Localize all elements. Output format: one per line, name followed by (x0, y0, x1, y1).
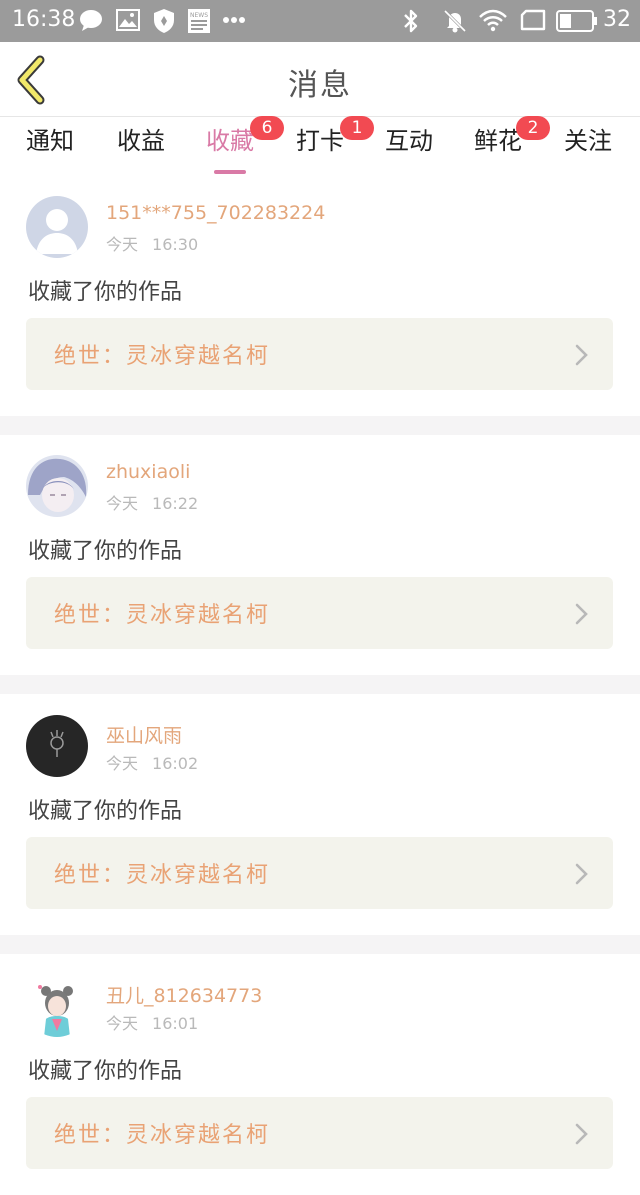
tab-earnings[interactable]: 收益 (117, 126, 165, 166)
action-text: 收藏了你的作品 (28, 799, 183, 824)
message-card: zhuxiaoli 今天 16:22 收藏了你的作品 绝世：灵冰穿越名柯 (0, 435, 640, 675)
tab-notice[interactable]: 通知 (26, 126, 74, 166)
news-icon: NEWS (188, 9, 210, 33)
message-card: 丑儿_812634773 今天 16:01 收藏了你的作品 绝世：灵冰穿越名柯 (0, 955, 640, 1195)
top-header: 消息 (0, 42, 640, 118)
work-title: 绝世：灵冰穿越名柯 (54, 1123, 271, 1148)
bluetooth-icon (404, 9, 418, 33)
work-link[interactable]: 绝世：灵冰穿越名柯 (26, 1097, 613, 1169)
username[interactable]: 丑儿_812634773 (106, 981, 262, 1008)
tab-label: 通知 (26, 127, 74, 155)
tab-badge: 2 (516, 116, 550, 140)
work-title: 绝世：灵冰穿越名柯 (54, 344, 271, 369)
action-text: 收藏了你的作品 (28, 280, 183, 305)
tab-bar: 通知 收益 收藏 6 打卡 1 互动 鲜花 2 关注 (0, 116, 640, 174)
chevron-right-icon (575, 344, 588, 366)
chevron-right-icon (575, 603, 588, 625)
tab-label: 关注 (564, 127, 612, 155)
chevron-right-icon (575, 863, 588, 885)
message-time: 今天 16:22 (106, 494, 199, 513)
work-link[interactable]: 绝世：灵冰穿越名柯 (26, 318, 613, 390)
username[interactable]: 巫山风雨 (106, 721, 182, 748)
shield-icon (154, 9, 174, 33)
message-time: 今天 16:30 (106, 235, 199, 254)
action-text: 收藏了你的作品 (28, 539, 183, 564)
work-title: 绝世：灵冰穿越名柯 (54, 603, 271, 628)
card-separator (0, 935, 640, 954)
avatar[interactable] (26, 455, 88, 517)
mute-icon (443, 9, 467, 33)
status-bar: 16:38 NEWS 32 (0, 0, 640, 42)
message-card: 巫山风雨 今天 16:02 收藏了你的作品 绝世：灵冰穿越名柯 (0, 695, 640, 935)
avatar[interactable] (26, 975, 88, 1037)
message-time: 今天 16:01 (106, 1014, 199, 1033)
tab-label: 鲜花 (474, 127, 522, 155)
tab-checkin[interactable]: 打卡 1 (296, 116, 374, 166)
action-text: 收藏了你的作品 (28, 1059, 183, 1084)
tab-follow[interactable]: 关注 (564, 126, 612, 166)
news-icon-label: NEWS (190, 12, 208, 19)
wifi-icon (479, 9, 507, 32)
image-icon (116, 9, 140, 31)
username[interactable]: zhuxiaoli (106, 461, 190, 483)
active-tab-indicator (214, 170, 246, 174)
avatar[interactable] (26, 196, 88, 258)
username[interactable]: 151***755_702283224 (106, 202, 325, 224)
tab-label: 收益 (117, 127, 165, 155)
tab-label: 互动 (385, 127, 433, 155)
work-title: 绝世：灵冰穿越名柯 (54, 863, 271, 888)
more-dots-icon (223, 17, 245, 23)
work-link[interactable]: 绝世：灵冰穿越名柯 (26, 577, 613, 649)
tab-label: 收藏 (206, 127, 254, 155)
card-separator (0, 675, 640, 694)
tab-favorites[interactable]: 收藏 6 (206, 116, 284, 174)
message-time: 今天 16:02 (106, 754, 199, 773)
screen-icon (520, 9, 546, 31)
work-link[interactable]: 绝世：灵冰穿越名柯 (26, 837, 613, 909)
avatar[interactable] (26, 715, 88, 777)
card-separator (0, 416, 640, 435)
tab-badge: 1 (340, 116, 374, 140)
status-time: 16:38 (12, 7, 76, 32)
tab-badge: 6 (250, 116, 284, 140)
battery-level: 32 (603, 7, 631, 32)
message-icon (80, 10, 102, 31)
chevron-right-icon (575, 1123, 588, 1145)
page-title: 消息 (288, 68, 352, 103)
message-card: 151***755_702283224 今天 16:30 收藏了你的作品 绝世：灵… (0, 176, 640, 416)
tab-label: 打卡 (296, 127, 344, 155)
tab-interaction[interactable]: 互动 (385, 126, 433, 166)
battery-icon (556, 10, 597, 32)
tab-flowers[interactable]: 鲜花 2 (474, 116, 550, 166)
